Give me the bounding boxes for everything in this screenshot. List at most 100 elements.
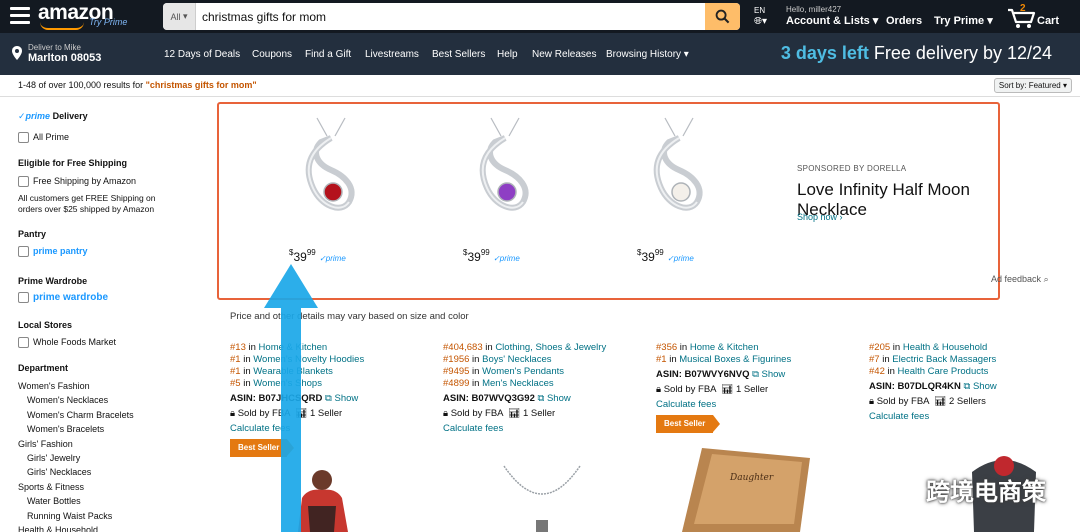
sales-rank[interactable]: #5 in Women's Shops <box>230 378 435 390</box>
checkbox[interactable] <box>18 337 29 349</box>
sponsored-label: SPONSORED BY DORELLA <box>797 164 907 173</box>
ad-product-card[interactable]: $3999 ✓prime <box>619 114 739 264</box>
calculate-fees-link[interactable]: Calculate fees <box>656 399 861 411</box>
department-item[interactable]: Women's Charm Bracelets <box>27 410 134 420</box>
calculate-fees-link[interactable]: Calculate fees <box>443 423 648 435</box>
top-nav-bar: amazon Try Prime All ▾ EN 🌐︎▾ Hello, mil… <box>0 0 1080 33</box>
search-category-select[interactable]: All ▾ <box>163 3 196 30</box>
nav-link-deals[interactable]: 12 Days of Deals <box>164 49 240 60</box>
department-item[interactable]: Health & Household <box>18 525 98 532</box>
search-input[interactable] <box>196 3 705 30</box>
calculate-fees-link[interactable]: Calculate fees <box>869 411 1074 423</box>
nav-link-browsing-history[interactable]: Browsing History ▾ <box>606 49 689 60</box>
sales-rank[interactable]: #1956 in Boys' Necklaces <box>443 354 648 366</box>
show-asin-link[interactable]: ⧉ Show <box>964 381 997 392</box>
delivery-promo[interactable]: 3 days left Free delivery by 12/24 <box>781 43 1052 64</box>
nav-link-find-gift[interactable]: Find a Gift <box>305 49 351 60</box>
sort-dropdown[interactable]: Sort by: Featured ▾ <box>993 78 1072 93</box>
show-asin-link[interactable]: ⧉ Show <box>752 369 785 380</box>
department-item[interactable]: Women's Necklaces <box>27 395 108 405</box>
department-item[interactable]: Sports & Fitness <box>18 482 84 492</box>
amazon-search-page: { "header": { "logo": "amazon", "try_pri… <box>0 0 1080 532</box>
language-selector[interactable]: EN 🌐︎▾ <box>754 6 767 28</box>
filter-whole-foods[interactable]: Whole Foods Market <box>18 337 116 349</box>
nav-link-coupons[interactable]: Coupons <box>252 49 292 60</box>
sales-rank[interactable]: #356 in Home & Kitchen <box>656 342 861 354</box>
infinity-necklace-image <box>653 117 703 211</box>
shop-now-link[interactable]: Shop now › <box>797 212 843 222</box>
search-button[interactable] <box>705 3 740 30</box>
department-item[interactable]: Women's Bracelets <box>27 424 104 434</box>
checkbox[interactable] <box>18 292 29 304</box>
department-item[interactable]: Women's Fashion <box>18 381 90 391</box>
asin-row: ASIN: B07JHCSQRD ⧉ Show <box>230 393 359 404</box>
sub-nav-bar: Deliver to Mike Marlton 08053 12 Days of… <box>0 33 1080 75</box>
department-item[interactable]: Girls' Fashion <box>18 439 73 449</box>
product-info-column: #404,683 in Clothing, Shoes & Jewelry #19… <box>443 342 648 435</box>
sales-rank[interactable]: #1 in Musical Boxes & Figurines <box>656 354 861 366</box>
asin-row: ASIN: B07WVQ3G92 ⧉ Show <box>443 393 571 404</box>
nav-link-new-releases[interactable]: New Releases <box>532 49 596 60</box>
checkbox[interactable] <box>18 176 29 188</box>
account-lists[interactable]: Hello, miller427 Account & Lists ▾ <box>786 5 878 28</box>
checkbox[interactable] <box>18 246 29 258</box>
infinity-necklace-image <box>305 117 355 211</box>
filter-prime-wardrobe[interactable]: prime wardrobe <box>18 292 108 304</box>
sales-rank[interactable]: #205 in Health & Household <box>869 342 1074 354</box>
ad-product-card[interactable]: $3999 ✓prime <box>271 114 391 264</box>
seller-row: 🔒︎ Sold by FBA 📊︎ 1 Seller <box>230 408 343 419</box>
nav-link-livestreams[interactable]: Livestreams <box>365 49 419 60</box>
nav-link-help[interactable]: Help <box>497 49 518 60</box>
sales-rank[interactable]: #404,683 in Clothing, Shoes & Jewelry <box>443 342 648 354</box>
lock-icon: 🔒︎ <box>443 408 449 419</box>
seller-row: 🔒︎ Sold by FBA 📊︎ 1 Seller <box>443 408 556 419</box>
feedback-icon: ⌕ <box>1043 274 1049 284</box>
show-asin-link[interactable]: ⧉ Show <box>538 393 571 404</box>
results-count: 1-48 of over 100,000 results for "christ… <box>18 80 257 90</box>
try-prime-menu[interactable]: Try Prime ▾ <box>934 15 993 28</box>
cart-button[interactable]: 2 Cart <box>1006 3 1072 31</box>
department-heading: Department <box>18 363 69 373</box>
search-icon <box>715 9 730 24</box>
ad-price: $3999 ✓prime <box>463 248 520 264</box>
sales-rank[interactable]: #13 in Home & Kitchen <box>230 342 435 354</box>
product-info-column: #205 in Health & Household #7 in Electric… <box>869 342 1074 423</box>
department-item[interactable]: Girls' Necklaces <box>27 467 91 477</box>
ad-feedback-link[interactable]: Ad feedback ⌕ <box>991 274 1049 285</box>
product-info-column: #13 in Home & Kitchen#1 in Women's Novel… <box>230 342 435 457</box>
sales-rank[interactable]: #9495 in Women's Pendants <box>443 366 648 378</box>
department-item[interactable]: Girls' Jewelry <box>27 453 80 463</box>
sponsored-ad-banner[interactable]: $3999 ✓prime $3999 ✓prime $3999 ✓prime SPO… <box>217 102 1049 300</box>
sales-rank[interactable]: #1 in Women's Novelty Hoodies <box>230 354 435 366</box>
show-asin-link[interactable]: ⧉ Show <box>325 393 358 404</box>
product-image-necklace[interactable] <box>498 462 586 532</box>
lock-icon: 🔒︎ <box>230 408 236 419</box>
music-box-image: Daughter <box>682 448 810 532</box>
ad-product-card[interactable]: $3999 ✓prime <box>445 114 565 264</box>
lock-icon: 🔒︎ <box>656 384 662 395</box>
search-bar: All ▾ <box>163 3 740 30</box>
ad-price: $3999 ✓prime <box>637 248 694 264</box>
asin-row: ASIN: B07DLQR4KN ⧉ Show <box>869 381 997 392</box>
try-prime-link[interactable]: Try Prime <box>89 17 127 27</box>
best-seller-badge: Best Seller <box>656 415 721 433</box>
sales-rank[interactable]: #4899 in Men's Necklaces <box>443 378 648 390</box>
checkbox[interactable] <box>18 132 29 144</box>
seller-row: 🔒︎ Sold by FBA 📊︎ 1 Seller <box>656 384 769 395</box>
department-item[interactable]: Running Waist Packs <box>27 511 112 521</box>
necklace-image <box>503 465 581 532</box>
orders-link[interactable]: Orders <box>886 15 922 28</box>
calculate-fees-link[interactable]: Calculate fees <box>230 423 435 435</box>
sales-rank[interactable]: #1 in Wearable Blankets <box>230 366 435 378</box>
nav-link-best-sellers[interactable]: Best Sellers <box>432 49 485 60</box>
bar-chart-icon: 📊︎ <box>721 384 734 395</box>
menu-icon[interactable] <box>10 7 30 25</box>
cart-count: 2 <box>1020 3 1026 14</box>
filter-free-shipping[interactable]: Free Shipping by Amazon <box>18 176 136 188</box>
product-image-music-box[interactable]: Daughter <box>672 440 822 532</box>
department-item[interactable]: Water Bottles <box>27 496 81 506</box>
filter-prime-pantry[interactable]: prime pantry <box>18 246 88 258</box>
filter-all-prime[interactable]: All Prime <box>18 132 69 144</box>
sales-rank[interactable]: #42 in Health Care Products <box>869 366 1074 378</box>
sales-rank[interactable]: #7 in Electric Back Massagers <box>869 354 1074 366</box>
